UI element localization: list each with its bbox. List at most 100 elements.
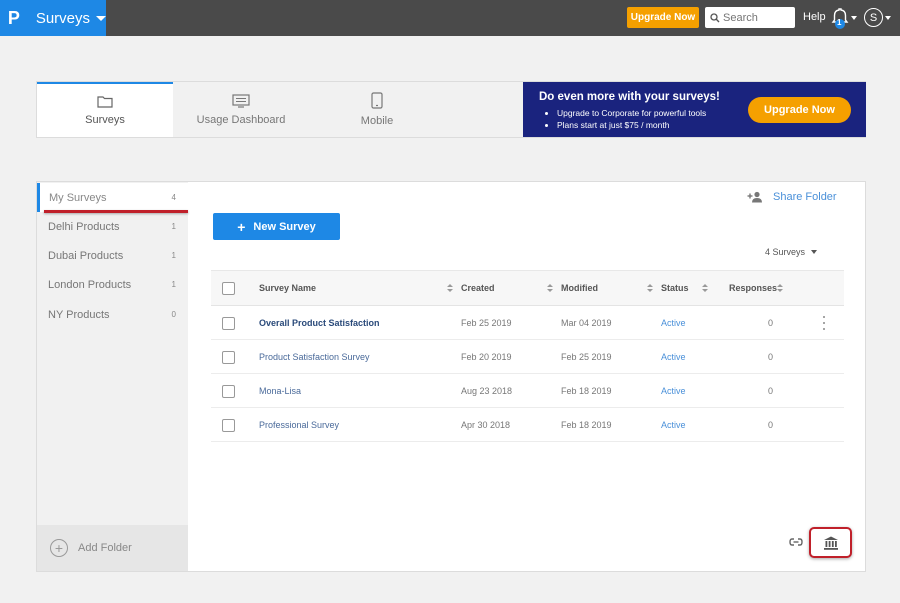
dashboard-icon bbox=[232, 93, 250, 108]
tab-label: Mobile bbox=[360, 115, 394, 127]
sort-icon[interactable] bbox=[777, 284, 783, 292]
promo-bullets: Upgrade to Corporate for powerful tools … bbox=[557, 107, 706, 131]
status-text: Active bbox=[661, 317, 686, 328]
sort-icon[interactable] bbox=[447, 284, 453, 292]
chevron-down-icon[interactable] bbox=[885, 16, 891, 20]
table-row[interactable]: Mona-Lisa Aug 23 2018 Feb 18 2019 Active… bbox=[211, 374, 844, 408]
column-header-modified[interactable]: Modified bbox=[561, 271, 598, 305]
survey-name-link[interactable]: Mona-Lisa bbox=[259, 374, 301, 407]
add-folder-button[interactable]: + Add Folder bbox=[37, 525, 188, 571]
tab-surveys[interactable]: Surveys bbox=[37, 82, 173, 137]
folder-count: 1 bbox=[171, 251, 176, 260]
tab-usage-dashboard[interactable]: Usage Dashboard bbox=[173, 82, 309, 137]
folder-icon bbox=[97, 96, 113, 108]
select-all-checkbox[interactable] bbox=[222, 282, 235, 295]
tab-mobile[interactable]: Mobile bbox=[309, 82, 445, 137]
search-input[interactable] bbox=[723, 11, 791, 24]
notifications-button[interactable]: 1 bbox=[829, 7, 851, 29]
promo-title: Do even more with your surveys! bbox=[539, 91, 720, 103]
tab-label: Usage Dashboard bbox=[196, 113, 286, 126]
created-date: Feb 25 2019 bbox=[461, 317, 512, 328]
sidebar-item-delhi-products[interactable]: Delhi Products 1 bbox=[37, 212, 188, 241]
modified-date: Mar 04 2019 bbox=[561, 317, 612, 328]
folder-count: 4 bbox=[171, 193, 176, 202]
app-menu[interactable]: P Surveys bbox=[0, 0, 106, 36]
surveys-panel: My Surveys 4 Delhi Products 1 Dubai Prod… bbox=[36, 181, 866, 572]
survey-name-link[interactable]: Product Satisfaction Survey bbox=[259, 340, 370, 373]
add-person-icon bbox=[747, 191, 762, 203]
chevron-down-icon bbox=[96, 15, 106, 21]
survey-count-dropdown[interactable]: 4 Surveys bbox=[765, 247, 818, 257]
folder-count: 0 bbox=[171, 310, 176, 319]
column-header-responses[interactable]: Responses bbox=[729, 271, 777, 305]
survey-name-link[interactable]: Professional Survey bbox=[259, 408, 339, 441]
chevron-down-icon[interactable] bbox=[851, 16, 857, 20]
responses-count: 0 bbox=[768, 317, 774, 328]
sidebar-item-dubai-products[interactable]: Dubai Products 1 bbox=[37, 241, 188, 270]
created-date: Aug 23 2018 bbox=[461, 385, 513, 396]
app-title: Surveys bbox=[35, 9, 90, 27]
tab-spacer bbox=[445, 82, 523, 137]
help-link[interactable]: Help bbox=[803, 11, 826, 23]
new-survey-label: New Survey bbox=[253, 220, 316, 233]
modified-date: Feb 18 2019 bbox=[561, 419, 612, 430]
mobile-icon bbox=[371, 92, 383, 109]
table-row[interactable]: Professional Survey Apr 30 2018 Feb 18 2… bbox=[211, 408, 844, 442]
row-checkbox[interactable] bbox=[222, 384, 235, 398]
status-text: Active bbox=[661, 351, 686, 362]
app-logo: P bbox=[7, 7, 20, 28]
folder-sidebar: My Surveys 4 Delhi Products 1 Dubai Prod… bbox=[37, 182, 188, 571]
add-circle-icon: + bbox=[50, 539, 68, 557]
row-checkbox[interactable] bbox=[222, 316, 235, 330]
upgrade-promo-banner: Do even more with your surveys! Upgrade … bbox=[523, 82, 866, 137]
add-folder-label: Add Folder bbox=[78, 542, 132, 554]
row-checkbox[interactable] bbox=[222, 350, 235, 364]
more-options-icon[interactable] bbox=[822, 316, 826, 330]
survey-name-link[interactable]: Overall Product Satisfaction bbox=[259, 306, 380, 339]
chevron-down-icon bbox=[811, 250, 818, 254]
sidebar-item-ny-products[interactable]: NY Products 0 bbox=[37, 300, 188, 329]
sidebar-item-my-surveys[interactable]: My Surveys 4 bbox=[37, 183, 188, 212]
avatar[interactable]: S bbox=[864, 8, 883, 27]
folder-label: NY Products bbox=[48, 308, 110, 321]
responses-count: 0 bbox=[768, 419, 774, 430]
row-checkbox[interactable] bbox=[222, 418, 235, 432]
tabs-panel: Surveys Usage Dashboard Mobile Do even m… bbox=[36, 81, 866, 138]
created-date: Feb 20 2019 bbox=[461, 351, 512, 362]
promo-bullet: Plans start at just $75 / month bbox=[557, 119, 706, 131]
sort-icon[interactable] bbox=[547, 284, 553, 292]
survey-count-label: 4 Surveys bbox=[765, 247, 806, 257]
promo-bullet: Upgrade to Corporate for powerful tools bbox=[557, 107, 706, 119]
modified-date: Feb 25 2019 bbox=[561, 351, 612, 362]
link-icon[interactable] bbox=[789, 537, 803, 547]
notification-count: 1 bbox=[837, 18, 842, 27]
search-icon bbox=[710, 12, 720, 22]
folder-label: London Products bbox=[48, 278, 132, 291]
column-header-survey-name[interactable]: Survey Name bbox=[259, 271, 316, 305]
share-folder-button[interactable]: Share Folder bbox=[747, 191, 837, 203]
folder-label: Delhi Products bbox=[48, 220, 120, 233]
table-row[interactable]: Product Satisfaction Survey Feb 20 2019 … bbox=[211, 340, 844, 374]
responses-count: 0 bbox=[768, 351, 774, 362]
new-survey-button[interactable]: + New Survey bbox=[213, 213, 340, 240]
tab-label: Surveys bbox=[85, 114, 125, 126]
upgrade-now-button[interactable]: Upgrade Now bbox=[627, 7, 699, 28]
plus-icon: + bbox=[237, 218, 246, 235]
bank-icon bbox=[823, 536, 838, 550]
folder-label: My Surveys bbox=[49, 191, 107, 204]
column-header-created[interactable]: Created bbox=[461, 271, 495, 305]
modified-date: Feb 18 2019 bbox=[561, 385, 612, 396]
folder-count: 1 bbox=[171, 280, 176, 289]
folder-label: Dubai Products bbox=[48, 249, 124, 262]
table-header: Survey Name Created Modified Status Resp… bbox=[211, 270, 844, 306]
search-box bbox=[705, 7, 795, 28]
sidebar-item-london-products[interactable]: London Products 1 bbox=[37, 270, 188, 299]
share-folder-label: Share Folder bbox=[773, 191, 837, 203]
promo-upgrade-button[interactable]: Upgrade Now bbox=[748, 97, 851, 123]
status-text: Active bbox=[661, 419, 686, 430]
sort-icon[interactable] bbox=[647, 284, 653, 292]
sort-icon[interactable] bbox=[702, 284, 708, 292]
table-row[interactable]: Overall Product Satisfaction Feb 25 2019… bbox=[211, 306, 844, 340]
column-header-status[interactable]: Status bbox=[661, 271, 689, 305]
question-bank-button[interactable] bbox=[809, 527, 852, 558]
